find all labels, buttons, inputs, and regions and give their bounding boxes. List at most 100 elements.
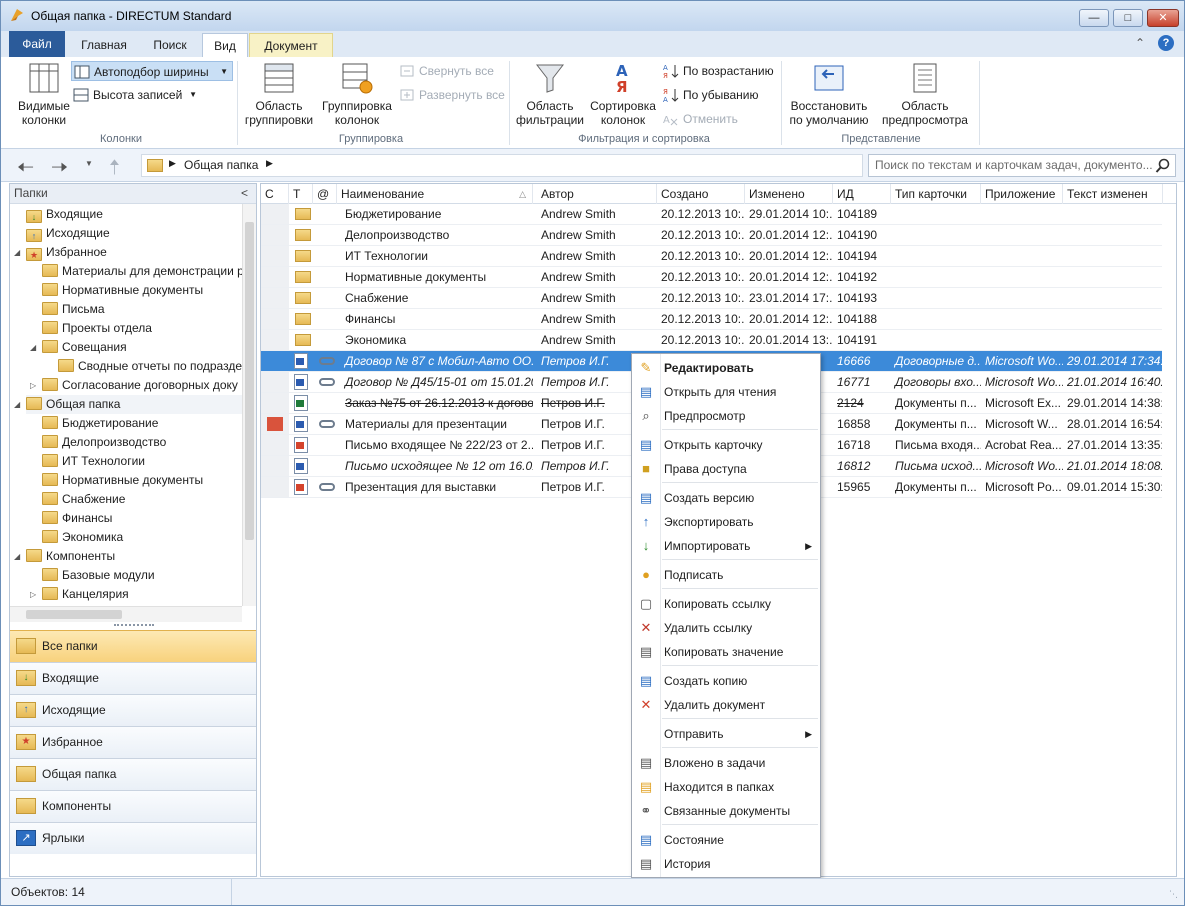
filter-area-button[interactable]: Область фильтрации	[513, 61, 587, 127]
tree-node[interactable]: Базовые модули	[42, 566, 242, 585]
search-input[interactable]: Поиск по текстам и карточкам задач, доку…	[868, 154, 1176, 177]
collapse-ribbon-icon[interactable]: ⌃	[1135, 36, 1145, 50]
preview-area-button[interactable]: Область предпросмотра	[875, 61, 975, 127]
column-header-col-link[interactable]: @	[313, 184, 337, 204]
tab-search[interactable]: Поиск	[139, 33, 201, 57]
tree-node[interactable]: Снабжение	[42, 490, 242, 509]
search-icon[interactable]	[1155, 158, 1171, 174]
breadcrumb[interactable]: Общая папка	[184, 158, 258, 172]
nav-button-all-folders[interactable]: Все папки	[10, 630, 256, 662]
tab-document[interactable]: Документ	[249, 33, 333, 57]
visible-columns-button[interactable]: Видимые колонки	[13, 61, 75, 127]
table-row[interactable]: Финансы Andrew Smith 20.12.2013 10:... 20.0…	[261, 309, 1176, 330]
column-header-col-name[interactable]: Наименование △	[337, 184, 533, 204]
expand-node-icon[interactable]: ▷	[30, 376, 36, 395]
tree-node[interactable]: Бюджетирование	[42, 414, 242, 433]
cancel-sort-button[interactable]: A Отменить	[661, 109, 777, 129]
collapse-pane-icon[interactable]: <	[241, 184, 248, 203]
menu-item[interactable]: ▤ Открыть для чтения	[632, 381, 820, 403]
menu-item[interactable]: ■ Права доступа	[632, 458, 820, 480]
tree-node[interactable]: Письма	[42, 300, 242, 319]
nav-button-shared-folder[interactable]: Общая папка	[10, 758, 256, 790]
menu-item[interactable]: ↓ Импортировать ▶	[632, 535, 820, 557]
nav-button-shortcuts[interactable]: ↗ Ярлыки	[10, 822, 256, 854]
menu-item[interactable]: ▢ Копировать ссылку	[632, 593, 820, 615]
auto-width-button[interactable]: Автоподбор ширины ▼	[71, 61, 233, 81]
grouping-area-button[interactable]: Область группировки	[241, 61, 317, 127]
menu-item[interactable]: ✕ Удалить ссылку	[632, 617, 820, 639]
forward-arrow-icon[interactable]: 🠢	[51, 153, 68, 187]
column-header-col-modified[interactable]: Изменено	[745, 184, 833, 204]
table-row[interactable]: ИТ Технологии Andrew Smith 20.12.2013 10:.…	[261, 246, 1176, 267]
close-button[interactable]: ✕	[1147, 9, 1179, 27]
menu-item[interactable]: ▤ Состояние	[632, 829, 820, 851]
back-arrow-icon[interactable]: 🠠	[17, 153, 34, 187]
tree-node[interactable]: Материалы для демонстрации р	[42, 262, 242, 281]
menu-item[interactable]: ▤ Открыть карточку	[632, 434, 820, 456]
tab-file[interactable]: Файл	[9, 31, 65, 57]
menu-item[interactable]: ▤ Создать копию	[632, 670, 820, 692]
table-row[interactable]: Бюджетирование Andrew Smith 20.12.2013 10:…	[261, 204, 1176, 225]
nav-button-components[interactable]: Компоненты	[10, 790, 256, 822]
tree-node[interactable]: Нормативные документы	[42, 471, 242, 490]
maximize-button[interactable]: □	[1113, 9, 1143, 27]
sort-desc-button[interactable]: ЯA По убыванию	[661, 85, 777, 105]
minimize-button[interactable]: —	[1079, 9, 1109, 27]
tree-node[interactable]: Проекты отдела	[42, 319, 242, 338]
menu-item[interactable]: ⚭ Связанные документы	[632, 800, 820, 822]
column-header-col-id[interactable]: ИД	[833, 184, 891, 204]
nav-button-inbox[interactable]: ↓ Входящие	[10, 662, 256, 694]
tree-node[interactable]: ◢ Компоненты	[14, 547, 242, 566]
collapse-node-icon[interactable]: ◢	[14, 547, 20, 566]
menu-item[interactable]: ▤ Копировать значение	[632, 641, 820, 663]
nav-button-favorites[interactable]: ★ Избранное	[10, 726, 256, 758]
table-row[interactable]: Нормативные документы Andrew Smith 20.12.2…	[261, 267, 1176, 288]
table-row[interactable]: Экономика Andrew Smith 20.12.2013 10:... 20…	[261, 330, 1176, 351]
nav-button-outbox[interactable]: ↑ Исходящие	[10, 694, 256, 726]
tree-node[interactable]: ▷ Канцелярия	[30, 585, 242, 604]
tree-vertical-scrollbar[interactable]	[242, 204, 256, 606]
column-header-col-type[interactable]: Т	[289, 184, 313, 204]
tree-node[interactable]: ◢ Общая папка	[14, 395, 242, 414]
column-header-col-created[interactable]: Создано	[657, 184, 745, 204]
menu-item[interactable]: ▤ Находится в папках	[632, 776, 820, 798]
menu-item[interactable]: ↑ Экспортировать	[632, 511, 820, 533]
restore-default-button[interactable]: Восстановить по умолчанию	[785, 61, 873, 127]
table-row[interactable]: Снабжение Andrew Smith 20.12.2013 10:... 23…	[261, 288, 1176, 309]
tree-node[interactable]: Экономика	[42, 528, 242, 547]
column-header-col-status[interactable]: С	[261, 184, 289, 204]
menu-item[interactable]: ✎ Редактировать	[632, 357, 820, 379]
history-dropdown-icon[interactable]: ▼	[85, 159, 93, 168]
tab-home[interactable]: Главная	[73, 33, 135, 57]
tree-node[interactable]: ◢ ★ Избранное	[14, 243, 242, 262]
menu-item[interactable]: ▤ История	[632, 853, 820, 875]
row-height-button[interactable]: Высота записей ▼	[71, 85, 201, 105]
sort-asc-button[interactable]: AЯ По возрастанию	[661, 61, 777, 81]
collapse-all-button[interactable]: Свернуть все	[397, 61, 505, 81]
menu-item[interactable]: Отправить ▶	[632, 723, 820, 745]
column-sort-button[interactable]: AЯ Сортировка колонок	[587, 61, 659, 127]
column-header-col-card-type[interactable]: Тип карточки	[891, 184, 981, 204]
menu-item[interactable]: ● Подписать	[632, 564, 820, 586]
menu-item[interactable]: ⌕ Предпросмотр	[632, 405, 820, 427]
table-row[interactable]: Делопроизводство Andrew Smith 20.12.2013 1…	[261, 225, 1176, 246]
tree-node[interactable]: ↑ Исходящие	[26, 224, 242, 243]
collapse-node-icon[interactable]: ◢	[14, 243, 20, 262]
column-grouping-button[interactable]: Группировка колонок	[319, 61, 395, 127]
up-arrow-icon[interactable]: 🠡	[109, 153, 120, 187]
tree-node[interactable]: Делопроизводство	[42, 433, 242, 452]
tree-node[interactable]: ◢ Совещания	[30, 338, 242, 357]
tree-node[interactable]: Сводные отчеты по подразде	[58, 357, 242, 376]
tree-node[interactable]: Нормативные документы	[42, 281, 242, 300]
column-header-col-text-changed[interactable]: Текст изменен	[1063, 184, 1163, 204]
scroll-thumb[interactable]	[26, 610, 122, 619]
menu-item[interactable]: ▤ Вложено в задачи	[632, 752, 820, 774]
tree-node[interactable]: ▷ Согласование договорных доку	[30, 376, 242, 395]
tree-node[interactable]: ↓ Входящие	[26, 205, 242, 224]
expand-all-button[interactable]: Развернуть все	[397, 85, 505, 105]
help-icon[interactable]: ?	[1158, 35, 1174, 51]
scroll-thumb[interactable]	[245, 222, 254, 540]
column-header-col-application[interactable]: Приложение	[981, 184, 1063, 204]
expand-node-icon[interactable]: ▷	[30, 585, 36, 604]
tree-node[interactable]: ИТ Технологии	[42, 452, 242, 471]
